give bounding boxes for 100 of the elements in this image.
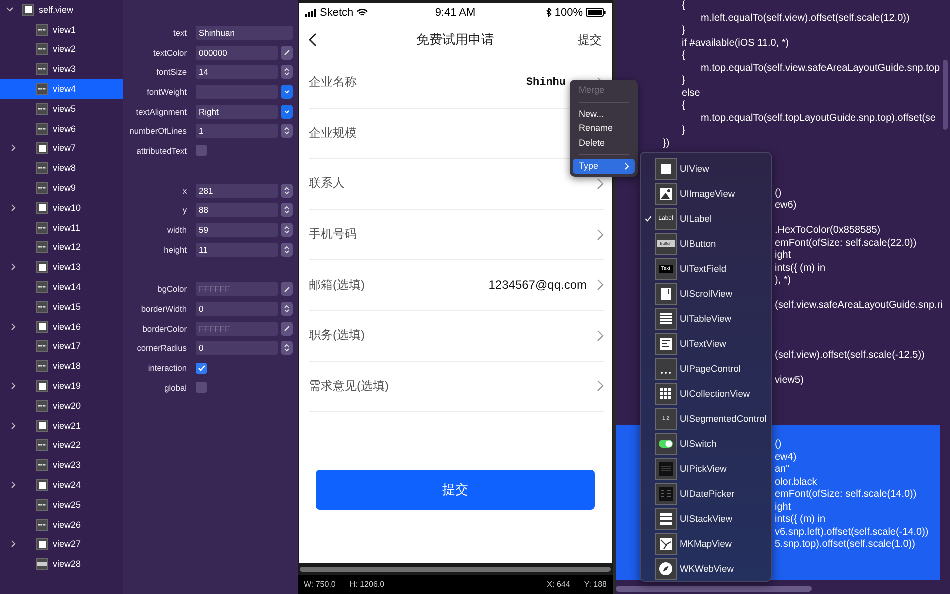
menu-item[interactable]: WKWebView (645, 556, 771, 581)
menu-item[interactable]: UIScrollView (645, 281, 771, 306)
tree-item[interactable]: view4 (0, 79, 123, 99)
menu-item[interactable]: UITableView (645, 306, 771, 331)
eyedropper-icon (284, 49, 290, 56)
code-line: () (775, 439, 782, 452)
dropdown-button[interactable] (281, 104, 293, 119)
dropdown-button[interactable] (281, 84, 293, 99)
menu-item[interactable]: Rename (573, 121, 635, 136)
stepper-button[interactable] (281, 65, 293, 80)
view-icon (36, 538, 48, 550)
dropdown-field[interactable]: Right (196, 104, 278, 119)
tree-item[interactable]: view23 (0, 455, 123, 476)
input-field[interactable]: 1 (196, 124, 278, 138)
tree-item[interactable]: view9 (0, 178, 123, 198)
input-field[interactable]: 59 (196, 223, 278, 238)
eyedropper-button[interactable] (281, 282, 293, 296)
code-line: ), *) (775, 275, 792, 288)
checkbox[interactable] (196, 362, 207, 374)
label-icon (36, 459, 48, 472)
chevron-icon[interactable] (597, 178, 604, 190)
stepper-button[interactable] (281, 302, 293, 316)
tree-item[interactable]: view25 (0, 494, 123, 515)
code-line: else (681, 88, 700, 100)
tree-item[interactable]: view1 (0, 20, 123, 40)
tree-item[interactable]: view27 (0, 534, 123, 554)
back-icon[interactable] (309, 33, 317, 47)
menu-item[interactable]: UIDatePicker (645, 481, 771, 506)
tree-item[interactable]: view16 (0, 316, 123, 337)
menu-item[interactable]: Type (573, 159, 635, 174)
tree-item[interactable]: view12 (0, 238, 123, 258)
input-field[interactable]: 14 (196, 65, 278, 80)
tree-item[interactable]: view2 (0, 40, 123, 60)
property-label: width (166, 225, 187, 236)
menu-item[interactable]: MKMapView (645, 531, 771, 556)
tree-item[interactable]: view26 (0, 514, 123, 535)
menu-item[interactable]: UIPickView (645, 456, 771, 481)
chevron-icon[interactable] (11, 263, 16, 272)
menu-item[interactable]: UIView (645, 156, 771, 181)
tree-item[interactable]: view3 (0, 59, 123, 80)
chevron-icon[interactable] (6, 7, 14, 12)
chevron-icon[interactable] (11, 144, 16, 152)
input-field[interactable]: 0 (196, 341, 278, 356)
chevron-icon[interactable] (11, 540, 16, 548)
eyedropper-button[interactable] (281, 46, 293, 60)
stepper-button[interactable] (281, 203, 293, 218)
tree-item[interactable]: view17 (0, 336, 123, 356)
input-field[interactable]: Shinhuan (196, 26, 293, 40)
tree-item[interactable]: view11 (0, 218, 123, 238)
stepper-button[interactable] (281, 184, 293, 198)
view-icon (36, 479, 48, 492)
menu-item[interactable]: UICollectionView (645, 381, 771, 406)
chevron-icon[interactable] (11, 481, 16, 490)
scrollbar-thumb[interactable] (616, 586, 812, 592)
menu-item[interactable]: UISwitch (645, 431, 771, 456)
tree-item[interactable]: view28 (0, 554, 123, 574)
scrollbar-thumb[interactable] (300, 566, 611, 572)
tree-item[interactable]: view22 (0, 436, 123, 456)
stepper-button[interactable] (281, 223, 293, 238)
chevron-icon[interactable] (11, 422, 16, 430)
tree-item[interactable]: view10 (0, 198, 123, 218)
menu-item[interactable]: New... (573, 106, 635, 121)
input-field[interactable]: 88 (196, 203, 278, 218)
tree-item[interactable]: view14 (0, 277, 123, 297)
tree-item[interactable]: view8 (0, 158, 123, 178)
scrollbar-thumb[interactable] (943, 60, 948, 130)
tree-item[interactable]: view20 (0, 396, 123, 416)
tree-item[interactable]: view15 (0, 296, 123, 317)
menu-item[interactable]: UIImageView (645, 181, 771, 206)
checkbox[interactable] (196, 382, 207, 394)
eyedropper-button[interactable] (281, 322, 293, 336)
stepper-button[interactable] (281, 341, 293, 356)
menu-item[interactable]: Delete (573, 136, 635, 150)
tree-item[interactable]: view18 (0, 356, 123, 376)
tree-item[interactable]: view21 (0, 416, 123, 436)
input-field[interactable]: 11 (196, 242, 278, 257)
input-field[interactable]: 0 (196, 302, 278, 316)
tree-item[interactable]: view24 (0, 475, 123, 495)
tree-item[interactable]: view5 (0, 98, 123, 119)
submit-link[interactable]: 提交 (578, 32, 602, 48)
input-field[interactable]: 281 (196, 184, 278, 198)
tree-item[interactable]: view13 (0, 257, 123, 278)
chevron-icon[interactable] (11, 382, 16, 390)
menu-item[interactable]: UITextView (645, 331, 771, 356)
cursor-y: Y: 188 (584, 580, 607, 589)
checkbox[interactable] (196, 145, 207, 156)
stepper-button[interactable] (281, 242, 293, 257)
tree-item[interactable]: view6 (0, 118, 123, 139)
stepper-button[interactable] (281, 124, 293, 138)
chevron-icon[interactable] (11, 322, 16, 331)
property-label: borderWidth (140, 304, 187, 314)
submit-button[interactable]: 提交 (316, 470, 595, 510)
field-label: 职务(选填) (309, 327, 365, 344)
tree-item[interactable]: view19 (0, 376, 123, 396)
input-field[interactable]: 000000 (196, 46, 278, 60)
menu-item[interactable]: UIStackView (645, 506, 771, 531)
menu-item[interactable]: UIPageControl (645, 356, 771, 381)
tree-item[interactable]: self.view (0, 0, 123, 20)
chevron-icon[interactable] (11, 204, 16, 212)
tree-item[interactable]: view7 (0, 138, 123, 158)
